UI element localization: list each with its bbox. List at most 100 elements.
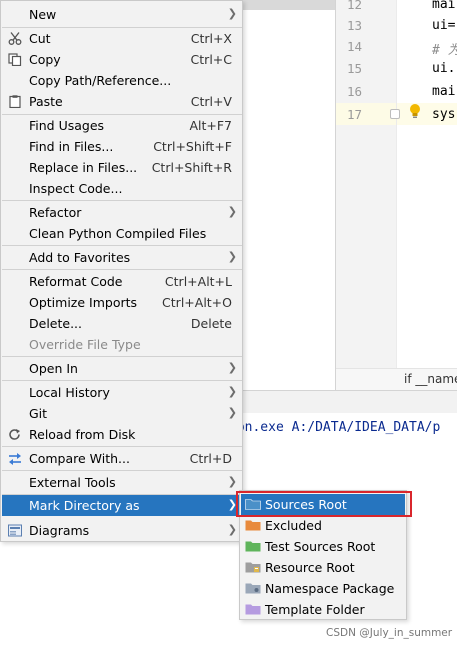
- menu-item-label: Inspect Code...: [29, 181, 123, 196]
- menu-item-find-in-files[interactable]: Find in Files... Ctrl+Shift+F: [2, 136, 242, 157]
- submenu-arrow-icon: ❯: [227, 385, 237, 398]
- submenu-item-label: Test Sources Root: [265, 539, 376, 554]
- diagram-icon: [8, 524, 22, 537]
- menu-item-local-history[interactable]: Local History ❯: [2, 382, 242, 403]
- project-panel-header-right: [243, 0, 335, 10]
- excluded-folder-icon: [245, 520, 261, 531]
- code-line[interactable]: ui=: [432, 18, 455, 33]
- menu-shortcut: Ctrl+Shift+R: [151, 160, 232, 175]
- menu-item-override-file-type: Override File Type: [2, 334, 242, 355]
- menu-separator: [2, 446, 242, 447]
- paste-icon: [9, 95, 21, 108]
- menu-shortcut: Alt+F7: [189, 118, 232, 133]
- menu-item-cut[interactable]: Cut Ctrl+X: [2, 28, 242, 49]
- submenu-item-label: Namespace Package: [265, 581, 395, 596]
- menu-item-label: Optimize Imports: [29, 295, 138, 310]
- menu-shortcut: Ctrl+D: [189, 451, 232, 466]
- watermark: CSDN @July_in_summer: [326, 627, 453, 639]
- menu-shortcut: Ctrl+Alt+L: [164, 274, 232, 289]
- menu-item-replace-in-files[interactable]: Replace in Files... Ctrl+Shift+R: [2, 157, 242, 178]
- menu-item-inspect-code[interactable]: Inspect Code...: [2, 178, 242, 199]
- menu-item-label: Copy: [29, 52, 61, 67]
- menu-separator: [2, 269, 242, 270]
- line-number: 16: [346, 84, 362, 99]
- menu-item-label: Cut: [29, 31, 51, 46]
- scissors-icon: [8, 32, 22, 45]
- menu-shortcut: Ctrl+Alt+O: [162, 295, 232, 310]
- menu-item-label: External Tools: [29, 475, 116, 490]
- submenu-item-label: Excluded: [265, 518, 322, 533]
- menu-shortcut: Ctrl+V: [190, 94, 232, 109]
- menu-shortcut: Ctrl+X: [190, 31, 232, 46]
- menu-item-delete[interactable]: Delete... Delete: [2, 313, 242, 334]
- menu-item-label: Find Usages: [29, 118, 105, 133]
- line-number: 12: [346, 0, 362, 12]
- menu-item-reformat-code[interactable]: Reformat Code Ctrl+Alt+L: [2, 271, 242, 292]
- menu-item-open-in[interactable]: Open In ❯: [2, 358, 242, 379]
- menu-separator: [2, 356, 242, 357]
- submenu-arrow-icon: ❯: [227, 475, 237, 488]
- menu-item-compare-with[interactable]: Compare With... Ctrl+D: [2, 448, 242, 469]
- menu-item-reload-from-disk[interactable]: Reload from Disk: [2, 424, 242, 445]
- submenu-arrow-icon: ❯: [227, 250, 237, 263]
- submenu-item-resource-root[interactable]: Resource Root: [241, 557, 405, 578]
- submenu-arrow-icon: ❯: [227, 361, 237, 374]
- line-number: 14: [346, 39, 362, 54]
- submenu-arrow-icon: ❯: [227, 205, 237, 218]
- menu-item-label: Copy Path/Reference...: [29, 73, 172, 88]
- submenu-arrow-icon: ❯: [227, 523, 237, 536]
- menu-separator: [2, 245, 242, 246]
- submenu-item-label: Template Folder: [265, 602, 365, 617]
- fold-marker-icon[interactable]: [390, 109, 400, 119]
- submenu-item-namespace-package[interactable]: Namespace Package: [241, 578, 405, 599]
- menu-item-external-tools[interactable]: External Tools ❯: [2, 472, 242, 493]
- compare-icon: [9, 453, 21, 465]
- code-line[interactable]: sys: [432, 107, 455, 122]
- menu-item-label: Open In: [29, 361, 78, 376]
- menu-separator: [2, 380, 242, 381]
- editor-gutter: [336, 0, 396, 368]
- menu-item-clean-python-compiled[interactable]: Clean Python Compiled Files: [2, 223, 242, 244]
- line-number: 17: [346, 107, 362, 122]
- menu-item-label: Replace in Files...: [29, 160, 138, 175]
- menu-item-refactor[interactable]: Refactor ❯: [2, 202, 242, 223]
- submenu-item-template-folder[interactable]: Template Folder: [241, 599, 405, 620]
- menu-item-label: Paste: [29, 94, 63, 109]
- menu-item-copy[interactable]: Copy Ctrl+C: [2, 49, 242, 70]
- menu-item-label: Reformat Code: [29, 274, 123, 289]
- lightbulb-icon[interactable]: [409, 103, 421, 119]
- menu-item-optimize-imports[interactable]: Optimize Imports Ctrl+Alt+O: [2, 292, 242, 313]
- menu-item-paste[interactable]: Paste Ctrl+V: [2, 91, 242, 112]
- copy-icon: [8, 53, 22, 66]
- submenu-item-excluded[interactable]: Excluded: [241, 515, 405, 536]
- menu-shortcut: Ctrl+C: [190, 52, 232, 67]
- menu-item-git[interactable]: Git ❯: [2, 403, 242, 424]
- namespace-package-folder-icon: [245, 583, 261, 594]
- menu-item-add-to-favorites[interactable]: Add to Favorites ❯: [2, 247, 242, 268]
- menu-shortcut: Ctrl+Shift+F: [153, 139, 232, 154]
- menu-item-copy-path[interactable]: Copy Path/Reference...: [2, 70, 242, 91]
- menu-item-diagrams[interactable]: Diagrams ❯: [2, 520, 242, 541]
- submenu-item-label: Resource Root: [265, 560, 355, 575]
- menu-item-mark-directory-as[interactable]: Mark Directory as ❯: [2, 495, 242, 516]
- menu-shortcut: Delete: [190, 316, 232, 331]
- submenu-arrow-icon: ❯: [227, 7, 237, 20]
- code-line[interactable]: ui.: [432, 61, 455, 76]
- menu-item-label: Override File Type: [29, 337, 141, 352]
- menu-item-label: Add to Favorites: [29, 250, 131, 265]
- menu-item-label: Git: [29, 406, 48, 421]
- code-line[interactable]: mai: [432, 84, 455, 99]
- breadcrumb[interactable]: if __name: [404, 372, 457, 386]
- submenu-arrow-icon: ❯: [227, 406, 237, 419]
- menu-item-label: Refactor: [29, 205, 82, 220]
- template-folder-icon: [245, 604, 261, 615]
- menu-item-new[interactable]: New ❯: [2, 4, 242, 25]
- menu-item-label: Delete...: [29, 316, 82, 331]
- code-comment-line[interactable]: # 为: [432, 39, 457, 58]
- submenu-item-test-sources-root[interactable]: Test Sources Root: [241, 536, 405, 557]
- menu-item-label: Local History: [29, 385, 110, 400]
- line-number: 15: [346, 61, 362, 76]
- menu-item-find-usages[interactable]: Find Usages Alt+F7: [2, 115, 242, 136]
- reload-icon: [9, 429, 20, 440]
- code-line[interactable]: mai: [432, 0, 455, 12]
